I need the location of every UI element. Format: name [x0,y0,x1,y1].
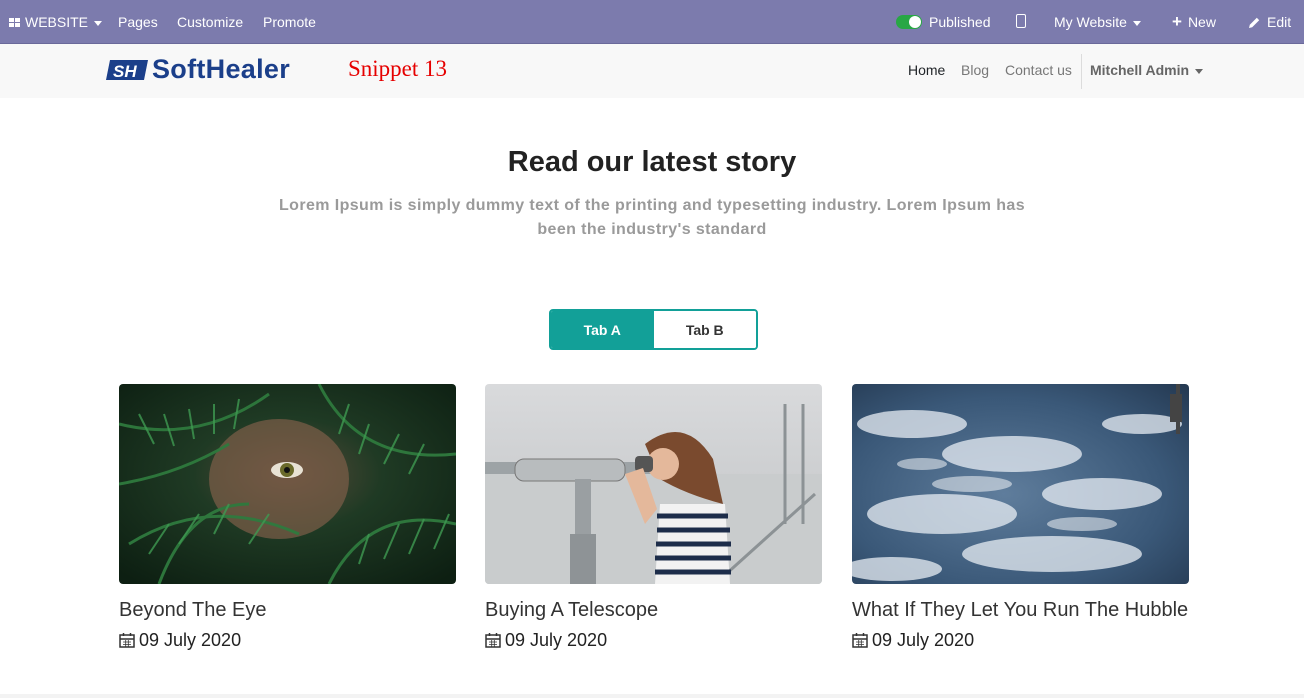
user-menu[interactable]: Mitchell Admin [1090,62,1204,78]
published-label: Published [929,14,991,30]
chevron-down-icon [1195,68,1204,74]
site-navbar: SH SoftHealer Snippet 13 Home Blog Conta… [0,44,1304,98]
user-name: Mitchell Admin [1090,62,1190,78]
woman-binocular-photo[interactable] [485,384,822,584]
section-subheading: Lorem Ipsum is simply dummy text of the … [278,197,1026,238]
my-website-menu[interactable]: My Website [1054,0,1141,44]
nav-divider [1081,54,1082,89]
section-heading: Read our latest story [507,146,797,178]
nav-home[interactable]: Home [908,62,945,78]
website-menu[interactable]: WEBSITE [9,0,103,44]
promote-menu[interactable]: Promote [263,0,316,44]
softhealer-logo-mark[interactable]: SH [106,56,150,84]
tab-a[interactable]: Tab A [551,311,654,348]
apps-grid-icon [9,18,20,27]
card-date-text: 09 July 2020 [139,630,242,650]
mobile-icon [1016,14,1026,28]
logo-text[interactable]: SoftHealer [152,54,290,85]
calendar-icon [485,633,501,648]
card-date-text: 09 July 2020 [872,630,975,650]
card-title[interactable]: What If They Let You Run The Hubble [852,599,1189,622]
chevron-down-icon [1132,20,1141,26]
pencil-icon [1249,17,1260,28]
edit-label: Edit [1267,14,1292,30]
edit-button[interactable]: Edit [1248,0,1291,44]
nav-contact-us[interactable]: Contact us [1005,62,1072,78]
fern-eye-photo[interactable] [119,384,456,584]
new-label: New [1187,14,1216,30]
new-button[interactable]: + New [1172,0,1216,44]
card-date-text: 09 July 2020 [505,630,608,650]
card-title[interactable]: Beyond The Eye [119,599,456,622]
pages-menu[interactable]: Pages [118,0,158,44]
website-admin-bar: WEBSITE Pages Customize Promote Publishe… [0,0,1304,44]
tab-b[interactable]: Tab B [653,311,756,348]
nav-blog[interactable]: Blog [961,62,989,78]
published-toggle[interactable]: Published [896,0,991,44]
website-menu-label: WEBSITE [25,14,89,30]
blog-card[interactable]: Beyond The Eye 09 July 2020 [119,384,456,651]
calendar-icon [852,633,868,648]
card-title[interactable]: Buying A Telescope [485,599,822,622]
tab-switcher: Tab A Tab B [549,309,758,350]
blog-card[interactable]: Buying A Telescope 09 July 2020 [485,384,822,651]
card-date: 09 July 2020 [852,630,1189,651]
mobile-preview-button[interactable] [1016,0,1026,44]
plus-icon: + [1172,12,1182,31]
chevron-down-icon [94,20,103,26]
earth-from-space-photo[interactable] [852,384,1189,584]
toggle-switch-icon [896,15,922,29]
customize-menu[interactable]: Customize [177,0,243,44]
my-website-label: My Website [1054,14,1127,30]
calendar-icon [119,633,135,648]
svg-text:SH: SH [113,62,137,81]
card-date: 09 July 2020 [485,630,822,651]
blog-card[interactable]: What If They Let You Run The Hubble 09 J… [852,384,1189,651]
card-date: 09 July 2020 [119,630,456,651]
footer-divider [0,694,1304,698]
snippet-title: Snippet 13 [348,56,448,81]
